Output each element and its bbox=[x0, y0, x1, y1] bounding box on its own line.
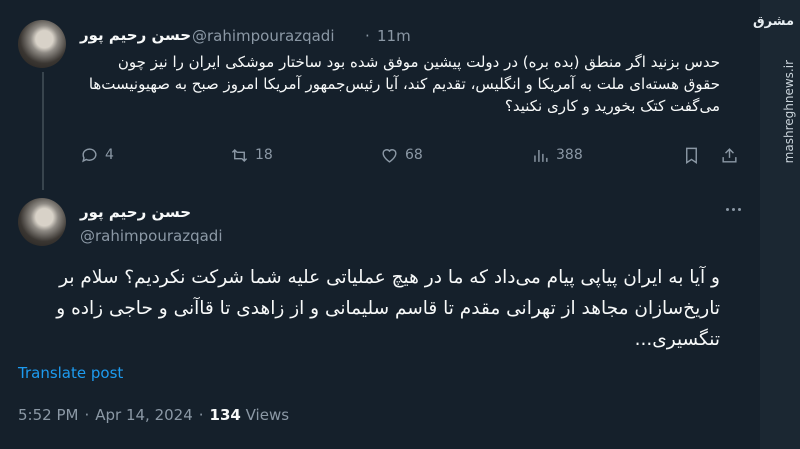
tweet-text: و آیا به ایران پیاپی پیام می‌داد که ما د… bbox=[56, 267, 720, 350]
watermark-site: mashreghnews.ir bbox=[782, 60, 796, 164]
post-time[interactable]: 5:52 PM bbox=[18, 406, 78, 424]
more-icon-dot bbox=[731, 207, 735, 211]
author-name[interactable]: حسن رحیم پور bbox=[80, 26, 191, 44]
share-icon bbox=[722, 147, 737, 163]
repost-button[interactable]: 18 bbox=[230, 146, 273, 165]
bookmark-icon bbox=[686, 147, 697, 164]
separator-dot: · bbox=[84, 406, 90, 424]
more-options-button[interactable] bbox=[722, 202, 744, 216]
repost-icon bbox=[231, 148, 248, 162]
repost-count: 18 bbox=[255, 147, 273, 163]
share-button[interactable] bbox=[720, 146, 739, 165]
author-name[interactable]: حسن رحیم پور bbox=[80, 203, 191, 221]
tweet-text: حدس بزنید اگر منطق (بده بره) در دولت پیش… bbox=[88, 53, 720, 115]
like-button[interactable]: 68 bbox=[380, 146, 423, 165]
views-count: 134 bbox=[209, 406, 241, 424]
views-count: 388 bbox=[556, 147, 583, 163]
author-handle[interactable]: @rahimpourazqadi bbox=[192, 27, 335, 45]
views-stat[interactable]: 134 Views bbox=[210, 406, 290, 424]
avatar[interactable] bbox=[18, 20, 66, 68]
more-icon bbox=[725, 207, 729, 211]
author-handle[interactable]: @rahimpourazqadi bbox=[80, 227, 223, 245]
post-date[interactable]: Apr 14, 2024 bbox=[95, 406, 193, 424]
avatar[interactable] bbox=[18, 198, 66, 246]
reply-count: 4 bbox=[105, 147, 114, 163]
views-button[interactable]: 388 bbox=[531, 146, 583, 165]
separator-dot: · bbox=[365, 27, 370, 45]
more-icon-dot bbox=[737, 207, 741, 211]
separator-dot: · bbox=[198, 406, 204, 424]
views-icon bbox=[534, 149, 548, 162]
like-count: 68 bbox=[405, 147, 423, 163]
post-meta: 5:52 PM · Apr 14, 2024 · 134 Views bbox=[18, 406, 289, 424]
thread-line bbox=[42, 72, 44, 190]
translate-link[interactable]: Translate post bbox=[18, 364, 123, 382]
reply-icon bbox=[82, 147, 97, 162]
reply-button[interactable]: 4 bbox=[80, 146, 114, 165]
watermark-bar: مشرق mashreghnews.ir bbox=[753, 0, 800, 449]
bookmark-button[interactable] bbox=[682, 146, 701, 165]
post-time[interactable]: 11m bbox=[377, 27, 411, 45]
like-icon bbox=[382, 148, 397, 163]
views-label: Views bbox=[245, 406, 290, 424]
watermark-logo: مشرق bbox=[753, 14, 794, 29]
